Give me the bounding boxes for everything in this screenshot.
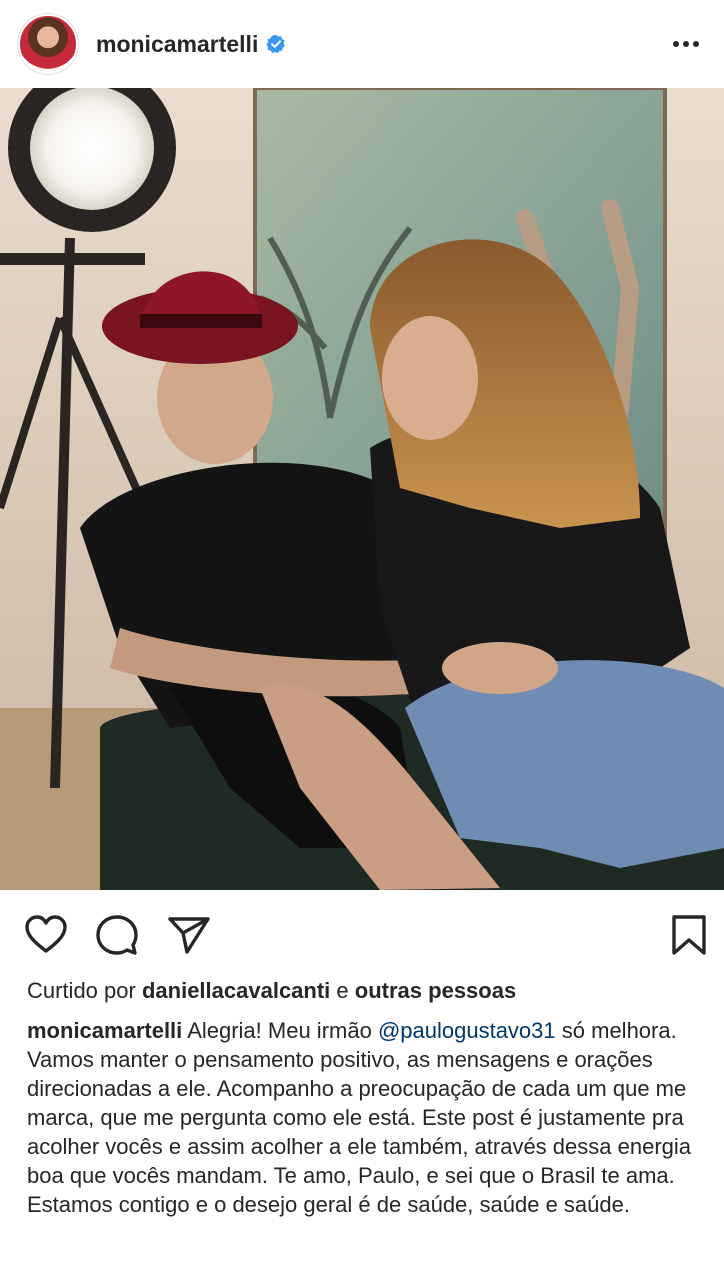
likes-connector: e — [336, 978, 349, 1003]
caption-text-start: Alegria! Meu irmão — [187, 1018, 372, 1043]
avatar[interactable] — [18, 14, 78, 74]
post-photo[interactable] — [0, 88, 724, 890]
likes-prefix: Curtido por — [27, 978, 136, 1003]
username-row[interactable]: monicamartelli — [96, 31, 286, 58]
comment-icon[interactable] — [94, 912, 140, 958]
caption-mention[interactable]: @paulogustavo31 — [378, 1018, 556, 1043]
action-bar — [0, 890, 724, 978]
caption-username[interactable]: monicamartelli — [27, 1018, 182, 1043]
username[interactable]: monicamartelli — [96, 31, 258, 58]
more-horizontal-icon[interactable] — [670, 28, 702, 60]
post-caption: monicamartelli Alegria! Meu irmão @paulo… — [27, 1016, 707, 1219]
likes-summary: Curtido por daniellacavalcanti e outras … — [27, 978, 516, 1004]
send-icon[interactable] — [166, 912, 212, 958]
caption-text-rest: só melhora. Vamos manter o pensamento po… — [27, 1018, 692, 1217]
bookmark-icon[interactable] — [666, 912, 712, 958]
heart-icon[interactable] — [23, 912, 69, 958]
likes-others-link[interactable]: outras pessoas — [355, 978, 516, 1003]
liker-username[interactable]: daniellacavalcanti — [142, 978, 330, 1003]
verified-badge-icon — [266, 34, 286, 54]
post-header: monicamartelli — [0, 0, 724, 88]
